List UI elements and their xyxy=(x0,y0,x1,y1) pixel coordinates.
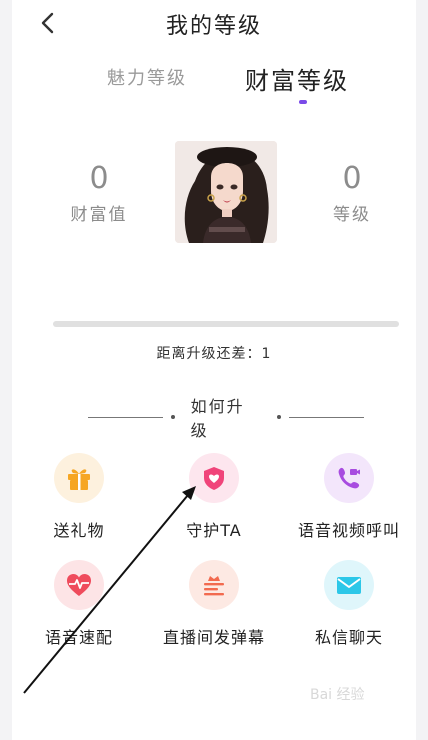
heartbeat-icon xyxy=(54,560,104,610)
feature-label: 私信聊天 xyxy=(314,628,383,647)
avatar xyxy=(175,141,277,243)
feature-label: 送礼物 xyxy=(53,521,105,540)
crown-danmaku-icon xyxy=(189,560,239,610)
feature-label: 直播间发弹幕 xyxy=(162,628,265,647)
upgrade-gap-text: 距离升级还差：1 xyxy=(156,346,272,362)
feature-private-chat[interactable]: 私信聊天 xyxy=(284,560,414,648)
tab-charm-level[interactable]: 魅力等级 xyxy=(107,64,187,90)
level-value: 0 xyxy=(342,161,362,196)
feature-send-gift[interactable]: 送礼物 xyxy=(14,453,144,541)
mail-icon xyxy=(324,560,374,610)
divider-line xyxy=(289,416,365,418)
level-label: 等级 xyxy=(333,205,371,225)
divider-dot xyxy=(277,415,282,419)
active-tab-indicator xyxy=(299,100,307,104)
shield-heart-icon xyxy=(189,453,239,503)
avatar-portrait xyxy=(175,141,277,243)
wealth-value-label: 财富值 xyxy=(70,205,128,225)
watermark: Bai 经验 xyxy=(310,687,365,703)
how-to-upgrade-header: 如何升级 xyxy=(88,397,365,440)
page-title: 我的等级 xyxy=(165,14,262,39)
feature-voice-video-call[interactable]: 语音视频呼叫 xyxy=(284,453,414,541)
level-page: 我的等级 魅力等级 财富等级 0 财富值 0 等级 距离升级还差：1 如何升级 … xyxy=(12,0,416,740)
divider-dot xyxy=(170,415,175,419)
gift-icon xyxy=(54,453,104,503)
section-title: 如何升级 xyxy=(190,397,245,440)
wealth-value-stat: 0 财富值 xyxy=(59,161,139,226)
wealth-value: 0 xyxy=(89,161,109,196)
feature-voice-match[interactable]: 语音速配 xyxy=(14,560,144,648)
video-call-icon xyxy=(324,453,374,503)
feature-live-danmaku[interactable]: 直播间发弹幕 xyxy=(149,560,279,648)
divider-line xyxy=(88,416,163,418)
tab-wealth-level[interactable]: 财富等级 xyxy=(245,61,349,96)
feature-label: 语音视频呼叫 xyxy=(297,521,400,540)
feature-label: 语音速配 xyxy=(44,628,113,647)
level-progress-bar xyxy=(53,321,399,327)
feature-guard-ta[interactable]: 守护TA xyxy=(149,453,279,541)
level-stat: 0 等级 xyxy=(312,161,392,226)
feature-label: 守护TA xyxy=(186,521,242,540)
